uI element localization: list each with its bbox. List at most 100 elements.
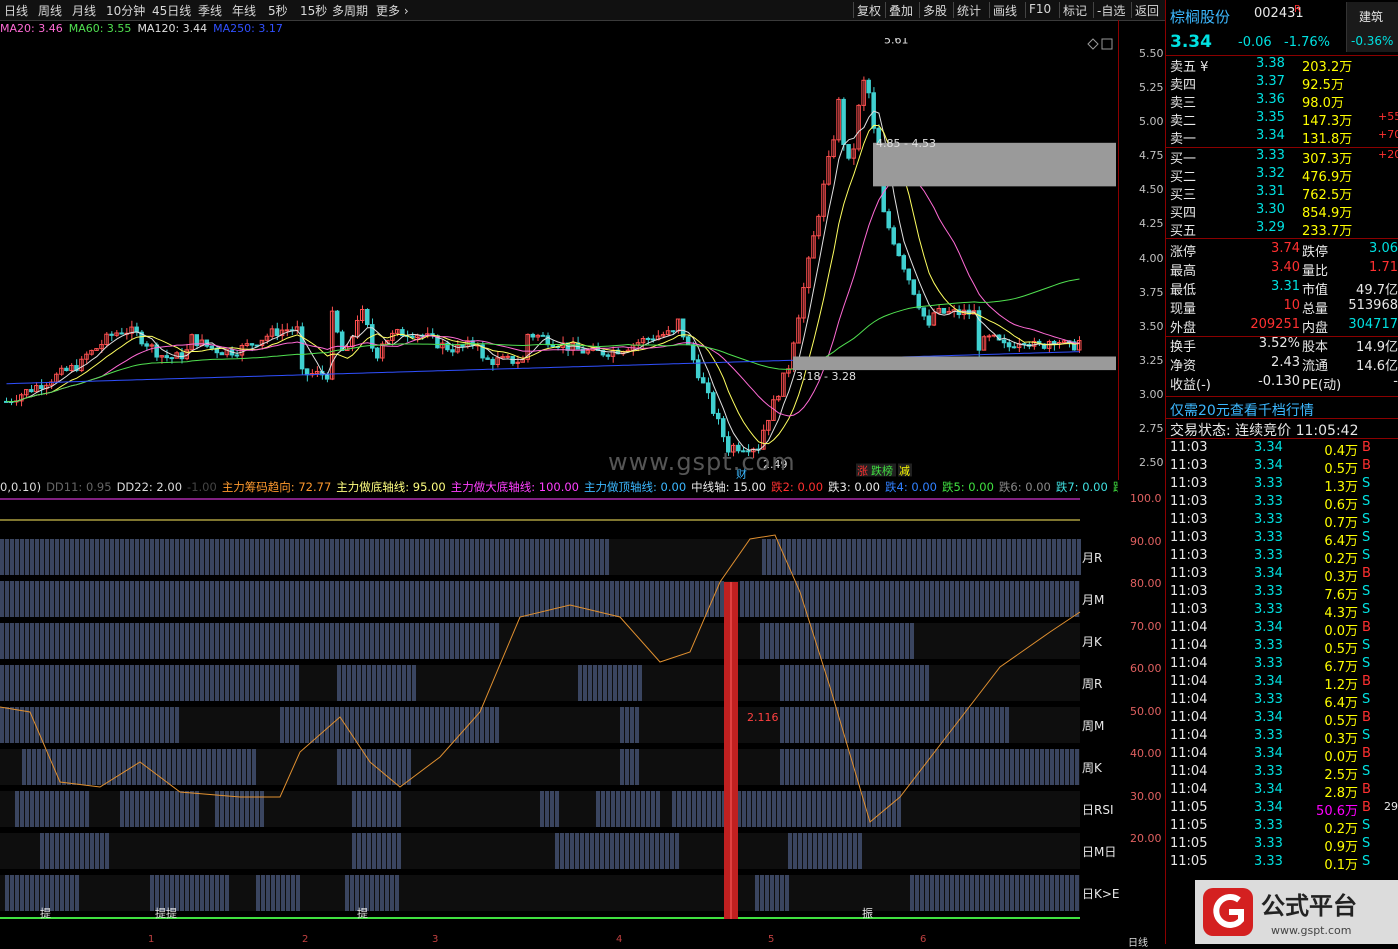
tick-row[interactable]: 11:04 3.33 2.5万 S <box>1166 764 1398 783</box>
band-bar <box>395 707 399 743</box>
toolbar-button-6[interactable]: 标记 <box>1063 2 1087 19</box>
period-tab-4[interactable]: 45日线 <box>152 2 191 19</box>
toolbar-button-4[interactable]: 画线 <box>993 2 1017 19</box>
candle-body <box>921 307 927 317</box>
period-tab-7[interactable]: 5秒 <box>268 2 288 19</box>
gspt-logo: 公式平台 www.gspt.com <box>1195 880 1398 944</box>
toolbar-button-2[interactable]: 多股 <box>923 2 947 19</box>
tick-row[interactable]: 11:03 3.34 0.4万 B <box>1166 440 1398 459</box>
tick-row[interactable]: 11:04 3.34 2.8万 B <box>1166 782 1398 801</box>
band-bar <box>240 791 244 827</box>
band-bar <box>870 581 874 617</box>
tick-row[interactable]: 11:04 3.33 6.7万 S <box>1166 656 1398 675</box>
band-bar <box>392 833 396 869</box>
tick-price: 3.33 <box>1254 818 1283 833</box>
band-bar <box>855 623 859 659</box>
toolbar-button-8[interactable]: 返回 <box>1135 2 1159 19</box>
band-bar <box>85 539 89 575</box>
band-bar <box>367 833 371 869</box>
period-tab-3[interactable]: 10分钟 <box>106 2 145 19</box>
band-bar <box>792 791 796 827</box>
band-bar <box>145 791 149 827</box>
tick-row[interactable]: 11:03 3.34 0.3万 B <box>1166 566 1398 585</box>
toolbar-button-3[interactable]: 统计 <box>957 2 981 19</box>
band-bar <box>160 707 164 743</box>
band-bar <box>932 539 936 575</box>
band-bar <box>940 749 944 785</box>
stock-name[interactable]: 棕榈股份 <box>1170 6 1230 27</box>
period-tab-9[interactable]: 多周期 <box>332 2 368 19</box>
tick-side: B <box>1362 620 1371 635</box>
tick-side: B <box>1362 800 1371 815</box>
tick-row[interactable]: 11:03 3.33 1.3万 S <box>1166 476 1398 495</box>
band-bar <box>670 833 674 869</box>
tick-row[interactable]: 11:03 3.33 0.2万 S <box>1166 548 1398 567</box>
period-tab-8[interactable]: 15秒 <box>300 2 327 19</box>
tick-row[interactable]: 11:03 3.33 4.3万 S <box>1166 602 1398 621</box>
band-bar <box>87 749 91 785</box>
band-bar <box>375 623 379 659</box>
tick-row[interactable]: 11:03 3.34 0.5万 B <box>1166 458 1398 477</box>
tick-row[interactable]: 11:03 3.33 6.4万 S <box>1166 530 1398 549</box>
band-bar <box>947 539 951 575</box>
tick-side: S <box>1362 728 1371 743</box>
book-price: 3.33 <box>1256 148 1285 163</box>
band-bar <box>780 749 784 785</box>
sector-box[interactable]: 建筑 -0.36% <box>1346 2 1398 52</box>
tick-row[interactable]: 11:04 3.33 0.5万 S <box>1166 638 1398 657</box>
candle-body <box>284 329 290 332</box>
tick-row[interactable]: 11:03 3.33 0.7万 S <box>1166 512 1398 531</box>
tick-row[interactable]: 11:04 3.34 1.2万 B <box>1166 674 1398 693</box>
band-bar <box>985 749 989 785</box>
tick-row[interactable]: 11:04 3.34 0.0万 B <box>1166 620 1398 639</box>
stat-value: 14.9亿 <box>1356 340 1398 355</box>
band-bar <box>80 833 84 869</box>
band-bar <box>397 833 401 869</box>
period-tab-2[interactable]: 月线 <box>72 2 96 19</box>
band-bar <box>280 539 284 575</box>
band-bar <box>155 875 159 911</box>
toolbar-button-0[interactable]: 复权 <box>857 2 881 19</box>
band-bar <box>825 581 829 617</box>
period-tab-10[interactable]: 更多 › <box>376 2 409 19</box>
band-bar <box>882 539 886 575</box>
indicator-chart[interactable]: 2.116提 提提提振 <box>0 497 1118 934</box>
book-label: 买四 <box>1170 206 1197 221</box>
band-bar <box>370 707 374 743</box>
band-bar <box>797 539 801 575</box>
band-bar <box>60 791 64 827</box>
toolbar-button-7[interactable]: -自选 <box>1097 2 1125 19</box>
toolbar-button-1[interactable]: 叠加 <box>889 2 913 19</box>
tick-row[interactable]: 11:05 3.33 0.9万 S <box>1166 836 1398 855</box>
tick-row[interactable]: 11:05 3.33 0.2万 S <box>1166 818 1398 837</box>
stat-label: PE(动) <box>1302 378 1342 393</box>
tick-row[interactable]: 11:04 3.33 0.3万 S <box>1166 728 1398 747</box>
level2-notice[interactable]: 仅需20元查看千档行情 <box>1170 400 1314 420</box>
period-tab-1[interactable]: 周线 <box>38 2 62 19</box>
tick-row[interactable]: 11:03 3.33 0.6万 S <box>1166 494 1398 513</box>
band-bar <box>618 665 622 701</box>
tick-row[interactable]: 11:03 3.33 7.6万 S <box>1166 584 1398 603</box>
period-tab-5[interactable]: 季线 <box>198 2 222 19</box>
tick-row[interactable]: 11:04 3.34 0.5万 B <box>1166 710 1398 729</box>
period-tab-6[interactable]: 年线 <box>232 2 256 19</box>
band-bar <box>360 707 364 743</box>
band-bar <box>840 581 844 617</box>
band-bar <box>1020 749 1024 785</box>
band-bar <box>807 539 811 575</box>
tick-row[interactable]: 11:05 3.34 50.6万 B 29 <box>1166 800 1398 819</box>
band-bar <box>635 581 639 617</box>
band-bar <box>275 539 279 575</box>
band-bar <box>555 539 559 575</box>
toolbar-button-5[interactable]: F10 <box>1029 2 1051 16</box>
divider <box>1166 147 1398 148</box>
kline-chart[interactable]: 5.614.85 - 4.533.18 - 3.282.49财涨跌榜减 <box>0 38 1118 479</box>
band-bar <box>835 707 839 743</box>
band-bar <box>375 581 379 617</box>
tick-row[interactable]: 11:04 3.33 6.4万 S <box>1166 692 1398 711</box>
tick-row[interactable]: 11:04 3.34 0.0万 B <box>1166 746 1398 765</box>
tick-row[interactable]: 11:05 3.33 0.1万 S <box>1166 854 1398 873</box>
band-bar <box>435 623 439 659</box>
period-tab-0[interactable]: 日线 <box>4 2 28 19</box>
band-bar <box>355 539 359 575</box>
